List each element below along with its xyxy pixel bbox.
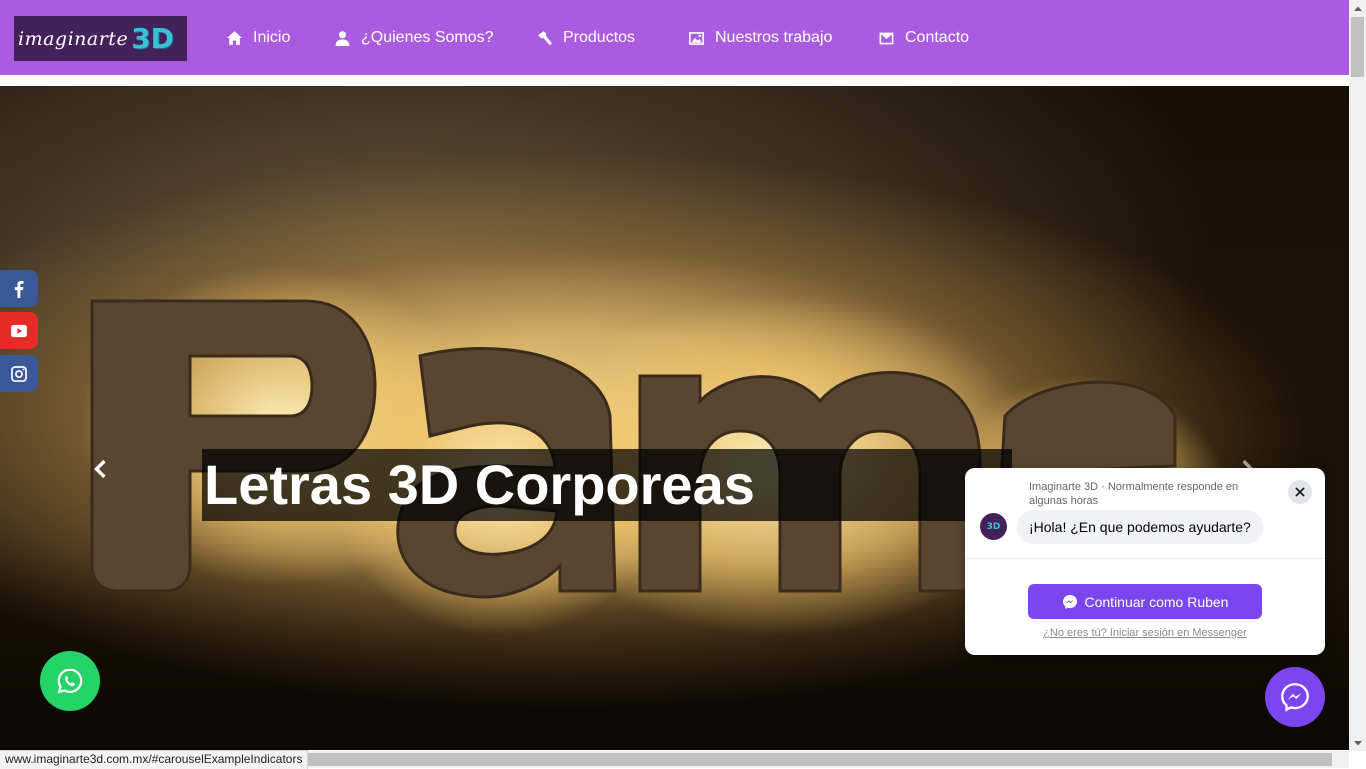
nav-item-inicio[interactable]: Inicio [226, 27, 290, 49]
nav-item-label: Inicio [253, 29, 291, 46]
nav-item-label: Nuestros trabajo [715, 29, 833, 46]
chat-response-info: Imaginarte 3D · Normalmente responde en … [1029, 481, 1239, 507]
nav-item-productos[interactable]: Productos [536, 27, 635, 49]
nav-item-label: Contacto [905, 29, 970, 46]
chat-close-button[interactable] [1288, 480, 1312, 504]
messenger-icon [1062, 594, 1077, 609]
arrow-down-icon [1353, 740, 1362, 745]
logo-3d-mark: 3D [131, 21, 174, 55]
envelope-icon [879, 32, 894, 44]
chevron-left-icon [94, 460, 106, 478]
messenger-login-link[interactable]: ¿No eres tú? Iniciar sesión en Messenger [965, 627, 1325, 639]
nav-item-label: Productos [563, 29, 636, 46]
nav-item-nuestros-trabajo[interactable]: Nuestros trabajo [688, 27, 832, 49]
whatsapp-button[interactable] [40, 651, 100, 711]
facebook-icon [14, 280, 24, 298]
arrow-up-icon [1353, 6, 1362, 11]
whatsapp-icon [57, 668, 83, 694]
facebook-button[interactable] [0, 270, 38, 307]
continue-as-label: Continuar como Ruben [1084, 593, 1229, 610]
site-logo[interactable]: imaginarte 3D [14, 16, 187, 61]
browser-status-url: www.imaginarte3d.com.mx/#carouselExample… [0, 750, 309, 769]
scroll-down-button[interactable] [1349, 734, 1366, 751]
instagram-button[interactable] [0, 355, 38, 392]
continue-as-button[interactable]: Continuar como Ruben [1028, 584, 1262, 619]
vertical-scrollbar[interactable] [1349, 0, 1366, 751]
top-navbar: imaginarte 3D Inicio ¿Quienes Somos? Pro… [0, 0, 1349, 75]
close-icon [1295, 487, 1305, 497]
page-avatar: 3D [980, 513, 1007, 540]
nav-spacer [0, 75, 1349, 86]
carousel-prev-button[interactable] [86, 454, 116, 484]
nav-item-quienes-somos[interactable]: ¿Quienes Somos? [334, 27, 494, 49]
messenger-icon [1281, 683, 1309, 712]
vertical-scrollbar-thumb[interactable] [1351, 17, 1364, 77]
nav-item-label: ¿Quienes Somos? [361, 29, 494, 46]
slide-caption: Letras 3D Corporeas [202, 449, 1012, 521]
user-icon [335, 30, 350, 46]
messenger-launcher-button[interactable] [1265, 667, 1325, 727]
scroll-up-button[interactable] [1349, 0, 1366, 17]
picture-icon [689, 31, 704, 45]
instagram-icon [11, 365, 27, 382]
logo-wordmark: imaginarte [18, 27, 129, 50]
chat-greeting-bubble: ¡Hola! ¿En que podemos ayudarte? [1017, 510, 1263, 544]
slide-caption-title: Letras 3D Corporeas [204, 453, 755, 516]
home-icon [227, 30, 242, 45]
chat-divider [965, 558, 1325, 559]
messenger-chat-dialog: Imaginarte 3D · Normalmente responde en … [965, 468, 1325, 655]
nav-item-contacto[interactable]: Contacto [878, 27, 969, 49]
youtube-button[interactable] [0, 312, 38, 349]
hammer-icon [538, 30, 552, 45]
youtube-icon [11, 324, 27, 337]
